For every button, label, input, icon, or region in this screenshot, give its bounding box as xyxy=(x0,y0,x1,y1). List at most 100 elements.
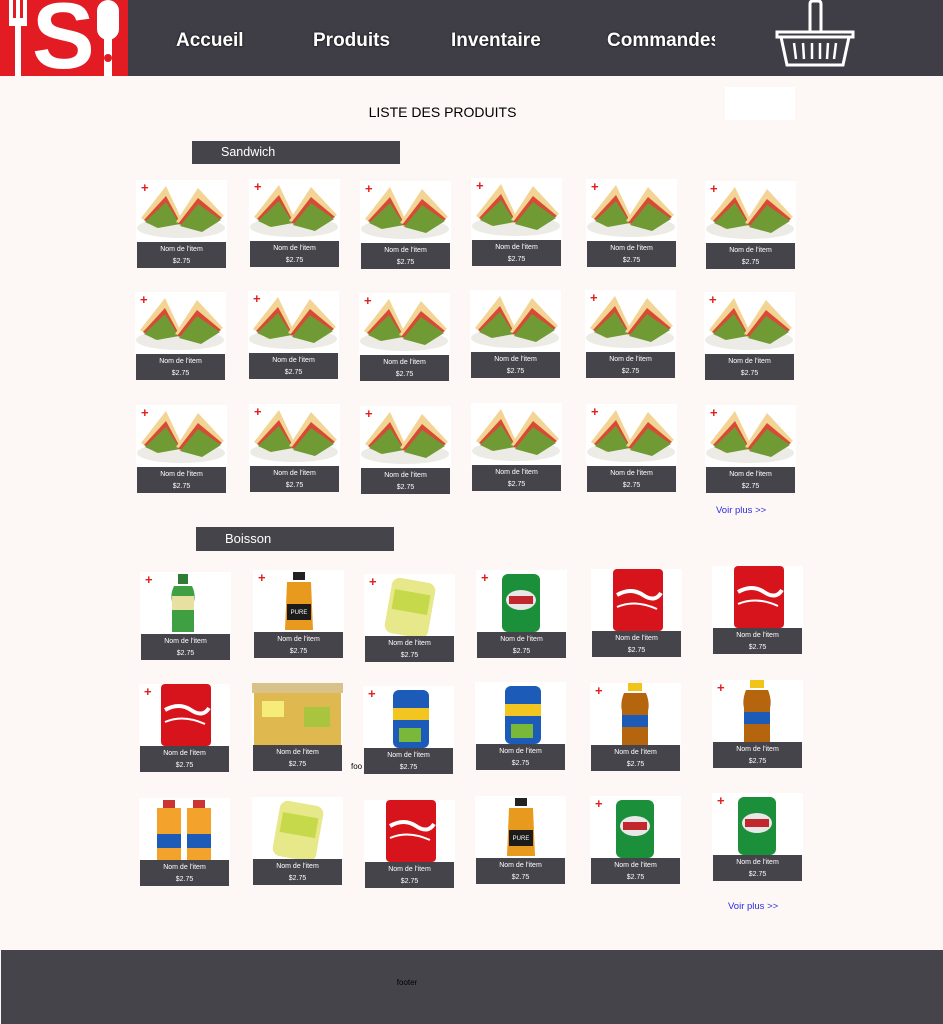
nav-inventaire[interactable]: Inventaire xyxy=(451,30,541,52)
drink-card[interactable]: Nom de l'item $2.75 xyxy=(364,800,455,890)
sandwich-card[interactable]: + Nom de l'item $2.75 xyxy=(359,293,450,383)
item-price: $2.75 xyxy=(740,370,759,377)
drink-card[interactable]: Nom de l'item $2.75 xyxy=(712,566,803,656)
sandwich-card[interactable]: + Nom de l'item $2.75 xyxy=(705,181,796,271)
add-to-cart-icon[interactable]: + xyxy=(717,794,725,807)
item-name: Nom de l'item xyxy=(615,635,658,642)
drink-card[interactable]: Nom de l'item $2.75 xyxy=(139,798,230,888)
nav-commandes[interactable]: Commandes xyxy=(607,30,715,52)
drink-card[interactable]: Nom de l'item $2.75 xyxy=(252,797,343,887)
item-price: $2.75 xyxy=(396,484,415,491)
item-caption: Nom de l'item $2.75 xyxy=(713,855,802,881)
item-name: Nom de l'item xyxy=(614,749,657,756)
add-to-cart-icon[interactable]: + xyxy=(141,406,149,419)
sandwich-image xyxy=(470,290,561,352)
drink-card[interactable]: + Nom de l'item $2.75 xyxy=(363,686,454,776)
add-to-cart-icon[interactable]: + xyxy=(368,687,376,700)
sandwich-card[interactable]: Nom de l'item $2.75 xyxy=(470,290,561,380)
logo-letter: S xyxy=(32,0,95,76)
item-name: Nom de l'item xyxy=(494,356,537,363)
add-to-cart-icon[interactable]: + xyxy=(254,180,262,193)
drink-card[interactable]: + Nom de l'item $2.75 xyxy=(712,793,803,883)
drink-card[interactable]: PURE Nom de l'item $2.75 xyxy=(475,796,566,886)
sandwich-card[interactable]: + Nom de l'item $2.75 xyxy=(471,178,562,268)
sandwich-card[interactable]: + Nom de l'item $2.75 xyxy=(249,404,340,494)
drink-card[interactable]: + Nom de l'item $2.75 xyxy=(590,683,681,773)
item-caption: Nom de l'item $2.75 xyxy=(587,466,676,492)
add-to-cart-icon[interactable]: + xyxy=(590,291,598,304)
add-to-cart-icon[interactable]: + xyxy=(145,573,153,586)
sandwich-card[interactable]: + Nom de l'item $2.75 xyxy=(586,179,677,269)
sandwich-card[interactable]: + Nom de l'item $2.75 xyxy=(586,404,677,494)
drink-card[interactable]: + Nom de l'item $2.75 xyxy=(140,572,231,662)
sandwich-card[interactable]: + Nom de l'item $2.75 xyxy=(249,179,340,269)
drink-card[interactable]: Nom de l'item $2.75 xyxy=(475,682,566,772)
drink-card[interactable]: + Nom de l'item $2.75 xyxy=(590,796,681,886)
sandwich-card[interactable]: + Nom de l'item $2.75 xyxy=(360,181,451,271)
add-to-cart-icon[interactable]: + xyxy=(144,685,152,698)
add-to-cart-icon[interactable]: + xyxy=(710,182,718,195)
drink-image xyxy=(590,796,681,858)
item-price: $2.75 xyxy=(284,369,303,376)
add-to-cart-icon[interactable]: + xyxy=(591,405,599,418)
sandwich-card[interactable]: Nom de l'item $2.75 xyxy=(471,403,562,493)
add-to-cart-icon[interactable]: + xyxy=(595,684,603,697)
add-to-cart-icon[interactable]: + xyxy=(717,681,725,694)
add-to-cart-icon[interactable]: + xyxy=(476,179,484,192)
sandwich-card[interactable]: + Nom de l'item $2.75 xyxy=(585,290,676,380)
item-name: Nom de l'item xyxy=(387,752,430,759)
footer xyxy=(1,950,943,1024)
add-to-cart-icon[interactable]: + xyxy=(364,294,372,307)
search-box[interactable] xyxy=(725,87,795,120)
add-to-cart-icon[interactable]: + xyxy=(595,797,603,810)
sandwich-card[interactable]: + Nom de l'item $2.75 xyxy=(135,292,226,382)
drink-card[interactable]: PURE + Nom de l'item $2.75 xyxy=(253,570,344,660)
add-to-cart-icon[interactable]: + xyxy=(254,405,262,418)
add-to-cart-icon[interactable]: + xyxy=(365,182,373,195)
drink-card[interactable]: Nom de l'item $2.75 xyxy=(591,569,682,659)
nav-produits[interactable]: Produits xyxy=(313,30,390,52)
item-caption: Nom de l'item $2.75 xyxy=(361,243,450,269)
sandwich-card[interactable]: + Nom de l'item $2.75 xyxy=(136,405,227,495)
add-to-cart-icon[interactable]: + xyxy=(709,293,717,306)
sandwich-card[interactable]: + Nom de l'item $2.75 xyxy=(136,180,227,270)
item-name: Nom de l'item xyxy=(384,472,427,479)
sandwich-card[interactable]: + Nom de l'item $2.75 xyxy=(704,292,795,382)
add-to-cart-icon[interactable]: + xyxy=(140,293,148,306)
drink-card[interactable]: + Nom de l'item $2.75 xyxy=(712,680,803,770)
add-to-cart-icon[interactable]: + xyxy=(591,180,599,193)
item-caption: Nom de l'item $2.75 xyxy=(476,744,565,770)
add-to-cart-icon[interactable]: + xyxy=(253,292,261,305)
drink-card[interactable]: + Nom de l'item $2.75 xyxy=(364,574,455,664)
add-to-cart-icon[interactable]: + xyxy=(141,181,149,194)
add-to-cart-icon[interactable]: + xyxy=(365,407,373,420)
add-to-cart-icon[interactable]: + xyxy=(481,571,489,584)
add-to-cart-icon[interactable]: + xyxy=(710,406,718,419)
see-more-sandwich-link[interactable]: Voir plus >> xyxy=(716,505,766,516)
sandwich-card[interactable]: + Nom de l'item $2.75 xyxy=(360,406,451,496)
item-name: Nom de l'item xyxy=(728,358,771,365)
sandwich-card[interactable]: + Nom de l'item $2.75 xyxy=(248,291,339,381)
see-more-boisson-link[interactable]: Voir plus >> xyxy=(728,901,778,912)
drink-card[interactable]: Nom de l'item $2.75 xyxy=(252,683,343,773)
stray-footer-text: foo xyxy=(351,762,363,771)
item-name: Nom de l'item xyxy=(159,358,202,365)
drink-card[interactable]: + Nom de l'item $2.75 xyxy=(476,570,567,660)
item-name: Nom de l'item xyxy=(499,862,542,869)
add-to-cart-icon[interactable]: + xyxy=(369,575,377,588)
sandwich-image xyxy=(136,405,227,467)
nav-accueil[interactable]: Accueil xyxy=(176,30,244,52)
item-name: Nom de l'item xyxy=(729,471,772,478)
add-to-cart-icon[interactable]: + xyxy=(258,571,266,584)
item-price: $2.75 xyxy=(626,874,645,881)
item-price: $2.75 xyxy=(507,256,526,263)
item-price: $2.75 xyxy=(288,875,307,882)
shopping-basket-icon[interactable] xyxy=(772,0,858,72)
item-name: Nom de l'item xyxy=(609,356,652,363)
sandwich-card[interactable]: + Nom de l'item $2.75 xyxy=(705,405,796,495)
logo[interactable]: S xyxy=(0,0,128,76)
drink-card[interactable]: + Nom de l'item $2.75 xyxy=(139,684,230,774)
item-caption: Nom de l'item $2.75 xyxy=(365,636,454,662)
item-name: Nom de l'item xyxy=(500,636,543,643)
item-caption: Nom de l'item $2.75 xyxy=(591,745,680,771)
